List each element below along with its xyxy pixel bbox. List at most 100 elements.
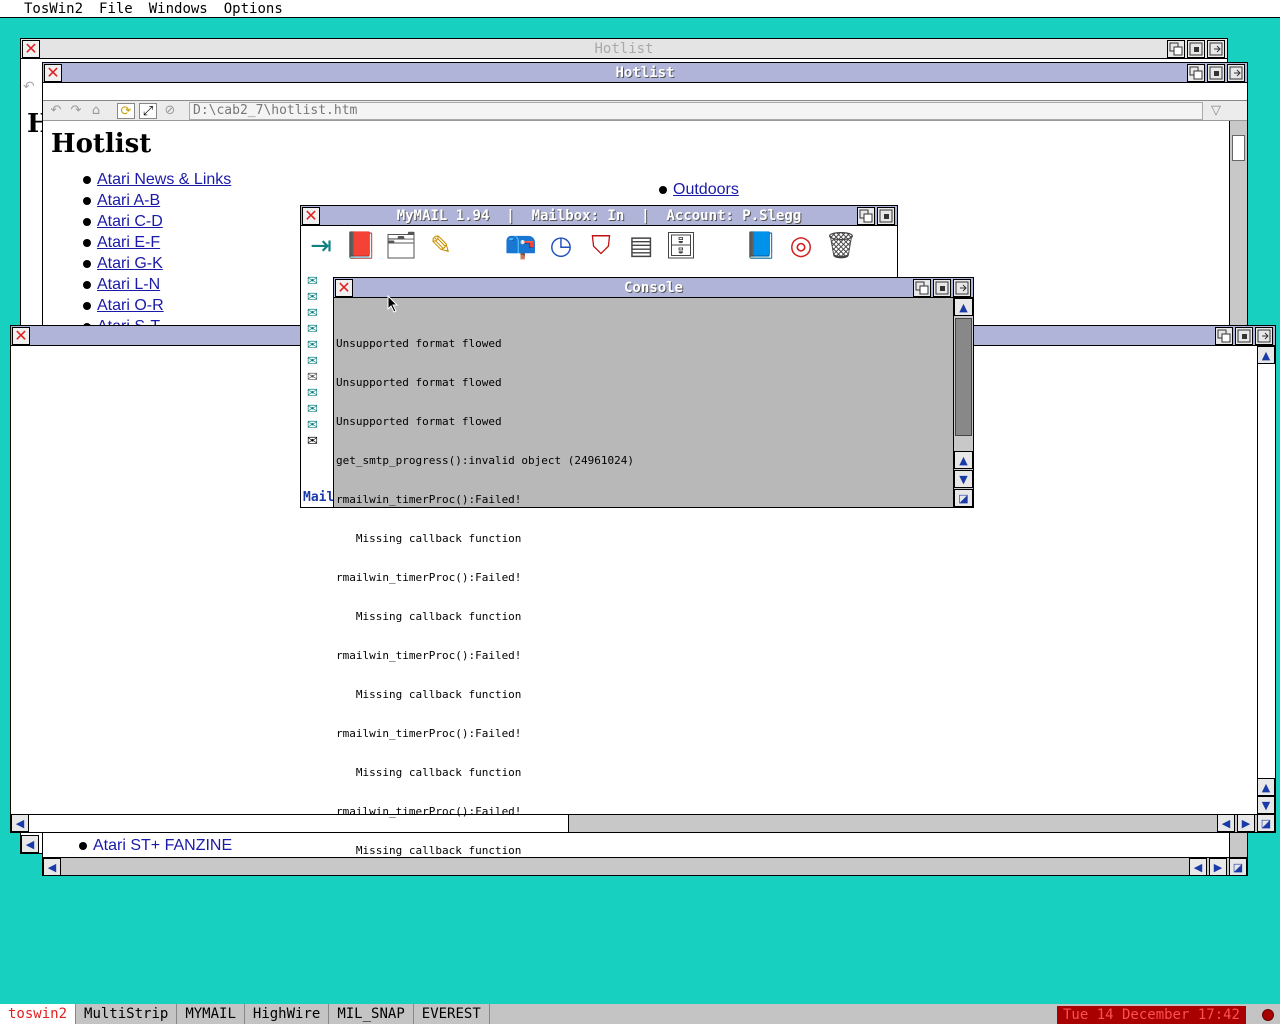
link-atari-e-f[interactable]: Atari E-F bbox=[97, 234, 160, 251]
arrow-up-icon[interactable]: ▲ bbox=[1257, 346, 1275, 364]
arrow-down-icon[interactable]: ▼ bbox=[1257, 796, 1275, 814]
envelope-icon[interactable]: ✉ bbox=[307, 434, 331, 450]
menu-options[interactable]: Options bbox=[216, 0, 291, 18]
task-highwire[interactable]: HighWire bbox=[245, 1004, 330, 1024]
fuller-icon[interactable] bbox=[1187, 40, 1205, 58]
envelope-icon[interactable]: ✉ bbox=[307, 386, 331, 402]
arrow-up-icon[interactable]: ▲ bbox=[954, 451, 973, 469]
fuller-icon[interactable] bbox=[933, 279, 951, 297]
iconify-icon[interactable] bbox=[913, 279, 931, 297]
link-atari-news[interactable]: Atari News & Links bbox=[97, 171, 231, 188]
envelope-icon[interactable]: ✉ bbox=[307, 290, 331, 306]
back-icon[interactable]: ↶ bbox=[47, 103, 65, 119]
backdrop-icon[interactable] bbox=[1207, 40, 1225, 58]
vertical-scrollbar[interactable]: ▲ ▲ ▼ ◪ bbox=[953, 298, 973, 507]
envelope-icon[interactable]: ✉ bbox=[307, 338, 331, 354]
vertical-scrollbar[interactable]: ▲ ▲ ▼ bbox=[1257, 346, 1275, 814]
form-icon[interactable]: ▤ bbox=[625, 230, 657, 262]
task-multistrip[interactable]: MultiStrip bbox=[76, 1004, 178, 1024]
backdrop-icon[interactable] bbox=[1255, 327, 1273, 345]
url-input[interactable]: D:\cab2_7\hotlist.htm bbox=[189, 102, 1203, 120]
link-atari-l-n[interactable]: Atari L-N bbox=[97, 276, 160, 293]
list-item: Atari L-N bbox=[83, 274, 231, 295]
filter-icon[interactable]: ⛉ bbox=[585, 230, 617, 262]
envelope-icon[interactable]: ✉ bbox=[307, 274, 331, 290]
link-atari-st-fanzine[interactable]: Atari ST+ FANZINE bbox=[93, 837, 232, 854]
scroll-track[interactable] bbox=[1258, 364, 1275, 778]
link-atari-a-b[interactable]: Atari A-B bbox=[97, 192, 160, 209]
reload-icon[interactable]: ⟳ bbox=[117, 103, 135, 119]
forward-icon[interactable]: ↷ bbox=[67, 103, 85, 119]
link-outdoors[interactable]: Outdoors bbox=[673, 181, 739, 198]
fuller-icon[interactable] bbox=[1235, 327, 1253, 345]
iconify-icon[interactable] bbox=[857, 207, 875, 225]
envelope-icon[interactable]: ✉ bbox=[307, 322, 331, 338]
scroll-thumb[interactable] bbox=[1232, 135, 1245, 161]
console-line: Missing callback function bbox=[336, 844, 522, 857]
arrow-down-icon[interactable]: ▼ bbox=[954, 470, 973, 488]
hotlist-back-titlebar[interactable]: ✕ Hotlist bbox=[21, 39, 1227, 59]
pencil-icon[interactable]: ✎ bbox=[425, 230, 457, 262]
mailbox-icon[interactable]: 📪 bbox=[505, 230, 537, 262]
list-item: Atari G-K bbox=[83, 253, 231, 274]
size-grip-icon[interactable]: ◪ bbox=[954, 489, 973, 507]
task-mil-snap[interactable]: MIL_SNAP bbox=[329, 1004, 414, 1024]
link-atari-c-d[interactable]: Atari C-D bbox=[97, 213, 163, 230]
menu-toswin2[interactable]: TosWin2 bbox=[0, 0, 91, 18]
fuller-icon[interactable] bbox=[1207, 64, 1225, 82]
hotlist-title: Hotlist bbox=[615, 65, 675, 81]
chevron-down-icon[interactable]: ▽ bbox=[1207, 103, 1225, 119]
close-icon[interactable]: ✕ bbox=[12, 327, 30, 345]
exit-icon[interactable]: ⇥ bbox=[305, 230, 337, 262]
tray-icon[interactable] bbox=[1262, 1009, 1274, 1021]
arrow-right-icon[interactable]: ▶ bbox=[1237, 814, 1255, 832]
clock-icon[interactable]: ◷ bbox=[545, 230, 577, 262]
link-atari-o-r[interactable]: Atari O-R bbox=[97, 297, 164, 314]
size-grip-icon[interactable]: ◪ bbox=[1229, 858, 1247, 876]
menu-windows[interactable]: Windows bbox=[141, 0, 216, 18]
envelope-icon[interactable]: ✉ bbox=[307, 370, 331, 386]
envelope-icon[interactable]: ✉ bbox=[307, 418, 331, 434]
console-titlebar[interactable]: ✕ Console bbox=[334, 278, 973, 298]
iconify-icon[interactable] bbox=[1215, 327, 1233, 345]
clock: Tue 14 December 17:42 bbox=[1056, 1006, 1246, 1024]
arrow-up-icon[interactable]: ▲ bbox=[954, 298, 973, 316]
help-book-icon[interactable]: 📘 bbox=[745, 230, 777, 262]
mymail-titlebar[interactable]: ✕ MyMAIL 1.94 | Mailbox: In | Account: P… bbox=[301, 206, 897, 226]
envelope-icon[interactable]: ✉ bbox=[307, 354, 331, 370]
backdrop-icon[interactable] bbox=[953, 279, 971, 297]
open-icon[interactable]: ⤢ bbox=[139, 103, 157, 119]
hotlist-titlebar[interactable]: ✕ Hotlist bbox=[43, 63, 1247, 83]
link-list-left: Atari News & Links Atari A-B Atari C-D A… bbox=[83, 169, 231, 337]
home-icon[interactable]: ⌂ bbox=[87, 103, 105, 119]
envelope-icon[interactable]: ✉ bbox=[307, 306, 331, 322]
arrow-left-icon[interactable]: ◀ bbox=[1189, 858, 1207, 876]
back-arrow-icon[interactable]: ↶ bbox=[23, 79, 43, 99]
size-grip-icon[interactable]: ◪ bbox=[1257, 814, 1275, 832]
console-title: Console bbox=[623, 280, 683, 296]
arrow-right-icon[interactable]: ▶ bbox=[1209, 858, 1227, 876]
iconify-icon[interactable] bbox=[1167, 40, 1185, 58]
task-mymail[interactable]: MYMAIL bbox=[177, 1004, 245, 1024]
mail-stack-icon[interactable]: 🗂 bbox=[385, 230, 418, 262]
link-atari-g-k[interactable]: Atari G-K bbox=[97, 255, 163, 272]
task-toswin2[interactable]: toswin2 bbox=[0, 1004, 77, 1024]
arrow-up-icon[interactable]: ▲ bbox=[1257, 778, 1275, 796]
taskbar: toswin2 MultiStrip MYMAIL HighWire MIL_S… bbox=[0, 1004, 1280, 1024]
archive-icon[interactable]: 🗄 bbox=[665, 230, 698, 262]
backdrop-icon[interactable] bbox=[1227, 64, 1245, 82]
fuller-icon[interactable] bbox=[877, 207, 895, 225]
iconify-icon[interactable] bbox=[1187, 64, 1205, 82]
arrow-left-icon[interactable]: ◀ bbox=[1217, 814, 1235, 832]
envelope-icon[interactable]: ✉ bbox=[307, 402, 331, 418]
address-book-icon[interactable]: 📕 bbox=[345, 230, 377, 262]
arrow-left-icon[interactable]: ◀ bbox=[21, 835, 39, 853]
lifebuoy-icon[interactable]: ◎ bbox=[785, 230, 817, 262]
menu-file[interactable]: File bbox=[91, 0, 141, 18]
stop-icon[interactable]: ⊘ bbox=[161, 103, 179, 119]
arrow-left-icon[interactable]: ◀ bbox=[43, 858, 61, 876]
task-everest[interactable]: EVEREST bbox=[414, 1004, 490, 1024]
trash-icon[interactable]: 🗑 bbox=[825, 230, 858, 262]
arrow-left-icon[interactable]: ◀ bbox=[11, 814, 29, 832]
scroll-thumb[interactable] bbox=[955, 318, 972, 436]
